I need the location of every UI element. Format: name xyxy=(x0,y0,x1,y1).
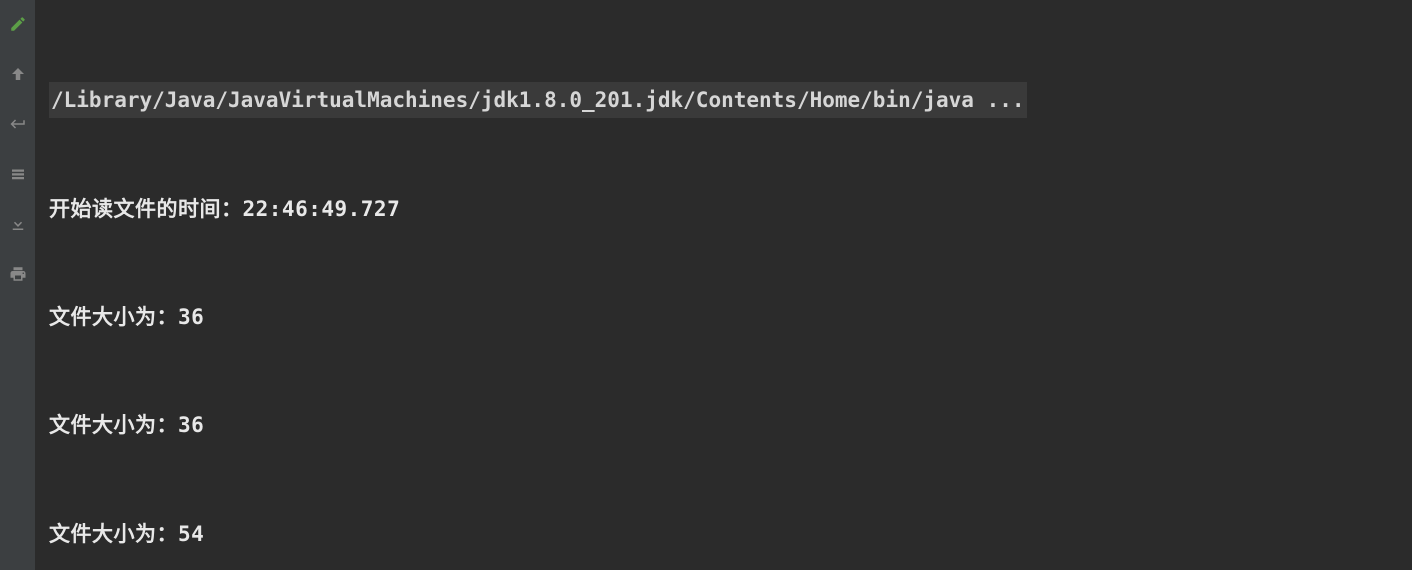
up-arrow-icon[interactable] xyxy=(8,64,28,84)
size-line: 文件大小为：36 xyxy=(49,407,1402,443)
left-gutter xyxy=(0,0,35,570)
return-icon[interactable] xyxy=(8,114,28,134)
command-line: /Library/Java/JavaVirtualMachines/jdk1.8… xyxy=(49,82,1027,118)
start-time-line: 开始读文件的时间：22:46:49.727 xyxy=(49,191,1402,227)
size-line: 文件大小为：54 xyxy=(49,516,1402,552)
download-icon[interactable] xyxy=(8,214,28,234)
print-icon[interactable] xyxy=(8,264,28,284)
edit-icon[interactable] xyxy=(8,14,28,34)
size-line: 文件大小为：36 xyxy=(49,299,1402,335)
console-output[interactable]: /Library/Java/JavaVirtualMachines/jdk1.8… xyxy=(35,0,1412,570)
stack-icon[interactable] xyxy=(8,164,28,184)
